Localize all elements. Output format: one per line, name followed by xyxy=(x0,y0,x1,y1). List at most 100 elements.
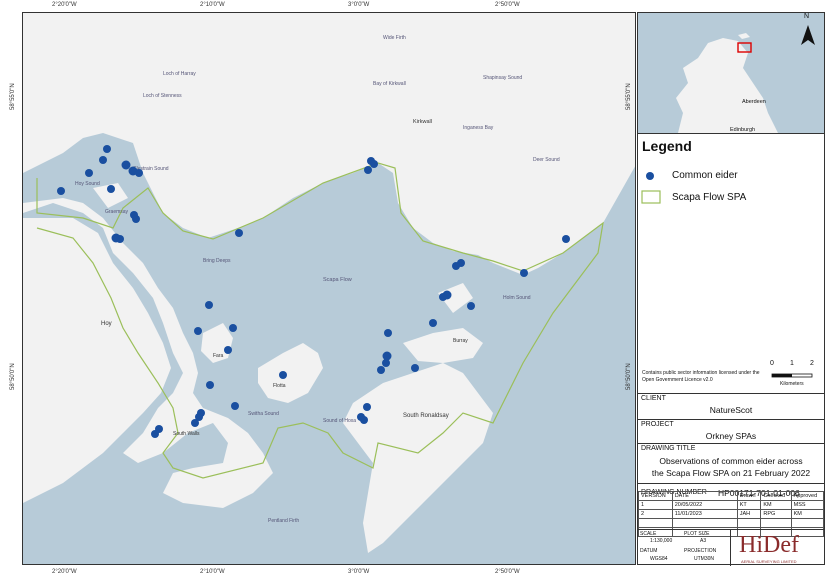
north-arrow-icon xyxy=(801,25,815,45)
cell: KM xyxy=(790,509,825,519)
eider-point xyxy=(107,185,115,193)
eider-point xyxy=(382,359,390,367)
eider-point xyxy=(364,166,372,174)
eider-point xyxy=(57,187,65,195)
plot-value: A3 xyxy=(700,538,707,544)
datum-label: DATUM xyxy=(640,548,658,554)
drawing-title-label: DRAWING TITLE xyxy=(641,445,696,452)
eider-point xyxy=(224,346,232,354)
coord-bottom-3: 3°0'0"W xyxy=(348,569,370,575)
coord-right-1: 58°55'0"N xyxy=(626,83,632,110)
cell: 20/05/2022 xyxy=(671,500,738,510)
project-label: PROJECT xyxy=(641,421,674,428)
eider-point xyxy=(205,301,213,309)
eider-point xyxy=(103,145,111,153)
coord-top-2: 2°10'0"W xyxy=(200,2,225,8)
version-header-row: VERSION DATE Drawn Checked Approved xyxy=(638,491,825,501)
scale-label: SCALE xyxy=(640,531,657,537)
coord-bottom-4: 2°50'0"W xyxy=(495,569,520,575)
eider-point xyxy=(151,430,159,438)
eider-point xyxy=(121,160,131,170)
inset-aberdeen: Aberdeen xyxy=(742,99,766,105)
drawn-col: Drawn xyxy=(736,491,762,501)
hidef-logo: HiDef xyxy=(739,532,799,558)
eider-point xyxy=(135,169,143,177)
cell: JAH xyxy=(736,509,762,519)
coord-top-3: 3°0'0"W xyxy=(348,2,370,8)
client-box: CLIENT NatureScot xyxy=(638,393,824,419)
scale-unit: Kilometers xyxy=(780,381,804,387)
eider-point xyxy=(520,269,528,277)
inset-orkney xyxy=(738,33,750,39)
approved-col: Approved xyxy=(790,491,825,501)
cell: MSS xyxy=(790,500,825,510)
project-box: PROJECT Orkney SPAs xyxy=(638,419,824,443)
cell: RPG xyxy=(760,509,792,519)
legend-eider-label: Common eider xyxy=(672,170,738,181)
side-panel: N Aberdeen Edinburgh Legend Common eider… xyxy=(637,12,825,566)
inset-north: N xyxy=(804,13,810,20)
plot-label: PLOT SIZE xyxy=(684,531,710,537)
eider-point xyxy=(229,324,237,332)
eider-point xyxy=(467,302,475,310)
cell: 2 xyxy=(638,509,673,519)
drawing-title-box: DRAWING TITLE Observations of common eid… xyxy=(638,443,824,483)
client-value: NatureScot xyxy=(709,405,753,415)
logo-box: HiDef AERIAL SURVEYING LIMITED xyxy=(730,529,825,566)
eider-point xyxy=(231,402,239,410)
eider-point xyxy=(279,371,287,379)
table-row xyxy=(638,518,825,528)
legend-spa-label: Scapa Flow SPA xyxy=(672,192,747,203)
eider-point xyxy=(99,156,107,164)
attribution: Contains public sector information licen… xyxy=(642,370,760,383)
coord-right-2: 58°50'0"N xyxy=(626,363,632,390)
eider-point xyxy=(360,416,368,424)
version-col: VERSION xyxy=(638,491,673,501)
cell: KT xyxy=(736,500,762,510)
eider-points xyxy=(57,145,570,438)
coord-bottom-2: 2°10'0"W xyxy=(200,569,225,575)
legend-spa-icon xyxy=(641,190,661,204)
eider-point xyxy=(439,293,447,301)
eider-point xyxy=(384,329,392,337)
logo-sub: AERIAL SURVEYING LIMITED xyxy=(741,559,797,564)
client-label: CLIENT xyxy=(641,395,666,402)
inset-svg xyxy=(676,25,815,133)
legend-title: Legend xyxy=(642,138,692,154)
scale-value: 1:130,000 xyxy=(650,538,673,544)
cell: 1 xyxy=(638,500,673,510)
scale-tick-2: 2 xyxy=(810,360,814,367)
eider-point xyxy=(194,327,202,335)
cell: 11/01/2023 xyxy=(671,509,738,519)
coord-left-1: 58°55'0"N xyxy=(10,83,16,110)
scale-tick-0: 0 xyxy=(770,360,774,367)
meta-box: SCALE 1:130,000 PLOT SIZE A3 DATUM WGS84… xyxy=(638,529,730,566)
proj-value: UTM30N xyxy=(694,556,715,562)
coord-top-1: 2°20'0"W xyxy=(52,2,77,8)
eider-point xyxy=(116,235,124,243)
proj-label: PROJECTION xyxy=(684,548,717,554)
table-row: 2 11/01/2023 JAH RPG KM xyxy=(638,509,825,519)
eider-point xyxy=(191,419,199,427)
checked-col: Checked xyxy=(760,491,792,501)
drawing-title-line2: the Scapa Flow SPA on 21 February 2022 xyxy=(651,468,811,478)
scale-tick-1: 1 xyxy=(790,360,794,367)
eider-point xyxy=(370,160,378,168)
eider-point xyxy=(411,364,419,372)
legend-eider-icon xyxy=(646,172,654,180)
eider-point xyxy=(363,403,371,411)
datum-value: WGS84 xyxy=(650,556,668,562)
table-row: 1 20/05/2022 KT KM MSS xyxy=(638,500,825,510)
coord-top-4: 2°50'0"W xyxy=(495,2,520,8)
eider-point xyxy=(377,366,385,374)
eider-point xyxy=(132,215,140,223)
legend: Legend Common eider Scapa Flow SPA Conta… xyxy=(638,133,824,393)
eider-point xyxy=(429,319,437,327)
coord-left-2: 58°50'0"N xyxy=(10,363,16,390)
eider-point xyxy=(235,229,243,237)
inset-map: N Aberdeen Edinburgh xyxy=(638,13,824,133)
coord-bottom-1: 2°20'0"W xyxy=(52,569,77,575)
cell: KM xyxy=(760,500,792,510)
drawing-title-line1: Observations of common eider across xyxy=(659,456,803,466)
map-frame[interactable]: Wide Firth Loch of Harray Loch of Stenne… xyxy=(22,12,636,565)
